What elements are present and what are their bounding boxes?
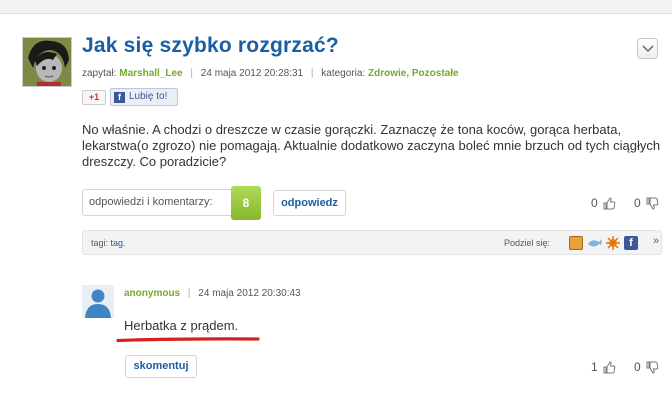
chevron-down-icon: [642, 45, 654, 53]
tag-link[interactable]: tag.: [111, 238, 126, 248]
question-date: 24 maja 2012 20:28:31: [200, 68, 304, 79]
share-facebook-icon[interactable]: f: [624, 236, 638, 250]
user-placeholder-icon: [82, 285, 114, 318]
question-vote-up[interactable]: 0: [591, 196, 616, 210]
question-title[interactable]: Jak się szybko rozgrzać?: [82, 34, 339, 58]
share-blip-icon[interactable]: [587, 236, 602, 250]
tags-share-bar: tagi: tag. Podziel się: f »: [82, 230, 662, 255]
comment-date: 24 maja 2012 20:30:43: [198, 288, 301, 299]
thumbs-down-icon: [646, 361, 659, 374]
asked-by-label: zapytał:: [82, 68, 117, 79]
vote-up-count: 1: [591, 360, 598, 374]
thumbs-down-icon: [646, 197, 659, 210]
comment-text: Herbatka z prądem.: [124, 318, 239, 333]
share-label: Podziel się:: [504, 238, 551, 248]
facebook-like-label: Lubię to!: [129, 91, 168, 102]
comment-button[interactable]: skomentuj: [125, 355, 197, 378]
author-avatar[interactable]: [22, 37, 72, 87]
comment-vote-down[interactable]: 0: [634, 360, 659, 374]
facebook-like-button[interactable]: f Lubię to!: [110, 88, 178, 106]
top-bar: [0, 0, 672, 14]
question-vote-down[interactable]: 0: [634, 196, 659, 210]
more-share-options[interactable]: »: [653, 235, 659, 247]
meta-separator: |: [310, 68, 314, 79]
comment-avatar[interactable]: [82, 285, 114, 318]
share-flaker-icon[interactable]: [606, 236, 620, 250]
avatar-image-icon: [23, 38, 71, 86]
facebook-icon: f: [114, 92, 125, 103]
comment-vote-up[interactable]: 1: [591, 360, 616, 374]
question-body: No właśnie. A chodzi o dreszcze w czasie…: [82, 122, 661, 169]
answers-count-badge[interactable]: 8: [231, 186, 261, 220]
red-underline-annotation: [116, 337, 260, 343]
vote-down-count: 0: [634, 360, 641, 374]
comment-author[interactable]: anonymous: [124, 288, 180, 299]
reply-button[interactable]: odpowiedz: [273, 190, 346, 216]
google-plus-button[interactable]: +1: [82, 90, 106, 105]
thumbs-up-icon: [603, 197, 616, 210]
share-wykop-icon[interactable]: [569, 236, 583, 250]
thumbs-up-icon: [603, 361, 616, 374]
vote-up-count: 0: [591, 196, 598, 210]
meta-separator: |: [187, 288, 191, 299]
tags: tagi: tag.: [91, 238, 126, 248]
options-dropdown-button[interactable]: [637, 38, 658, 59]
comment-meta: anonymous | 24 maja 2012 20:30:43: [124, 288, 301, 299]
answers-label: odpowiedzi i komentarzy:: [89, 196, 213, 208]
category-links[interactable]: Zdrowie, Pozostałe: [368, 68, 459, 79]
author-link[interactable]: Marshall_Lee: [119, 68, 182, 79]
tags-label: tagi:: [91, 238, 109, 248]
category-label: kategoria:: [321, 68, 366, 79]
meta-separator: |: [190, 68, 194, 79]
vote-down-count: 0: [634, 196, 641, 210]
question-meta: zapytał: Marshall_Lee | 24 maja 2012 20:…: [82, 68, 459, 79]
